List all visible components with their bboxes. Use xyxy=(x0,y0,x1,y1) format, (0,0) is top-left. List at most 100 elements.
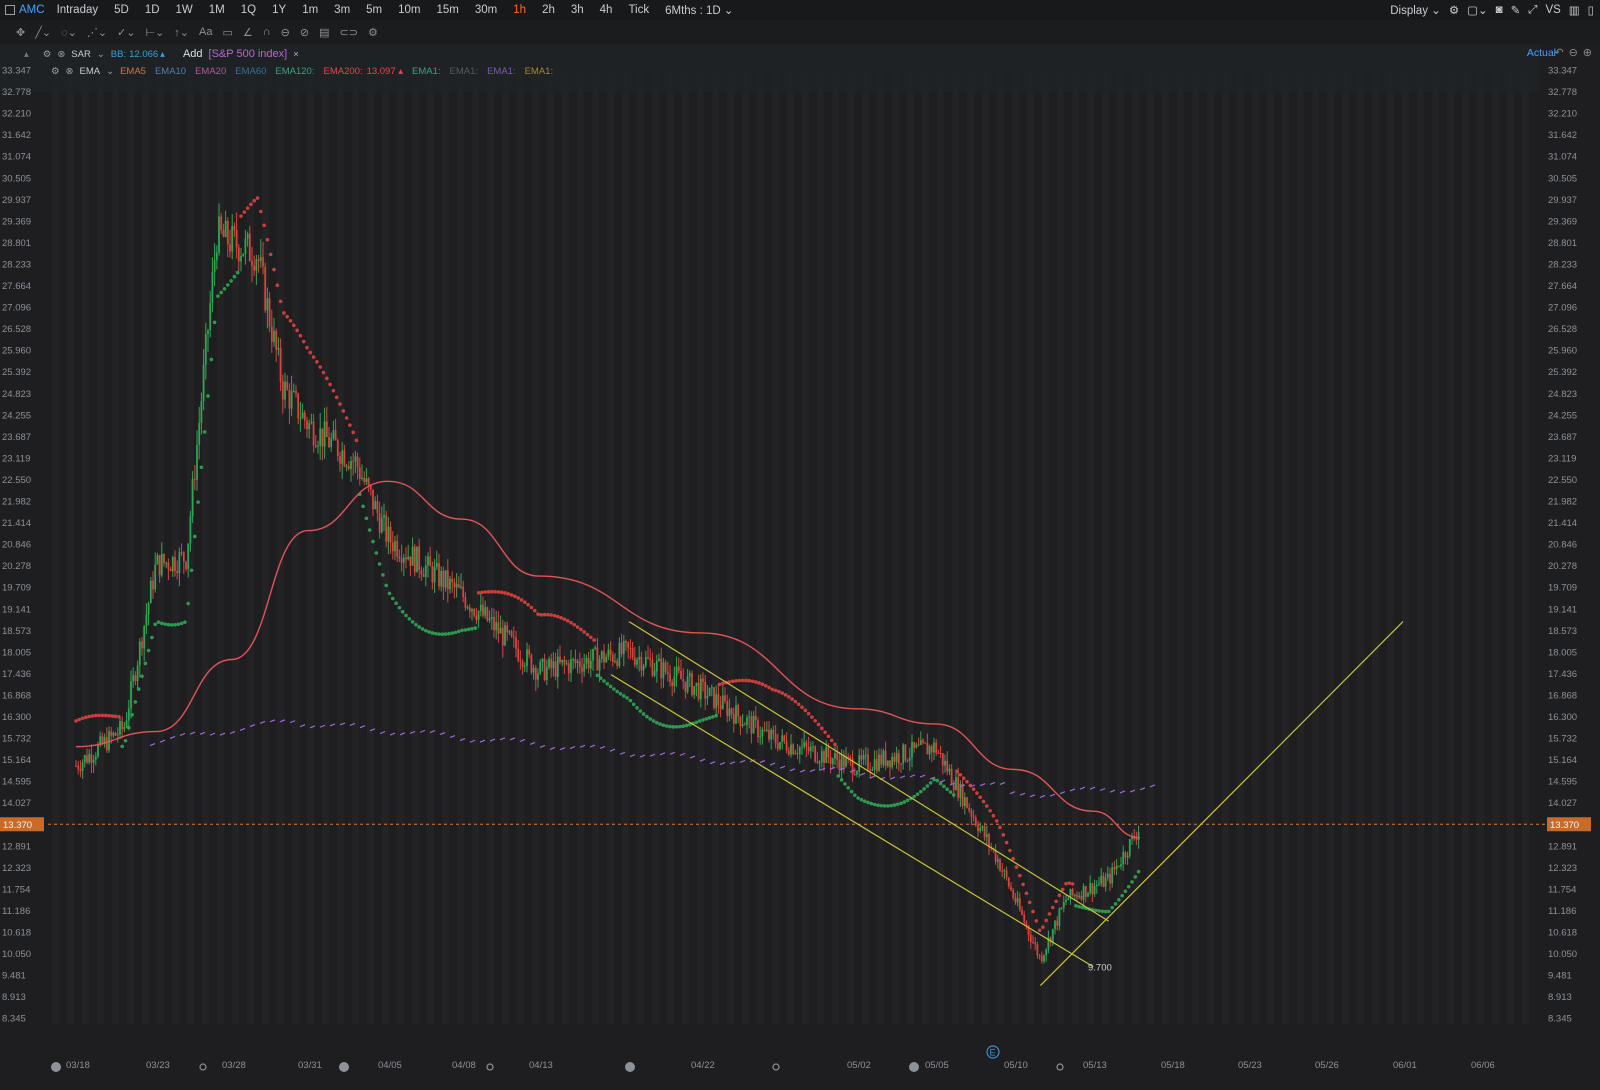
vs-button[interactable]: VS xyxy=(1545,4,1560,16)
ema-item-ema200[interactable]: EMA200: xyxy=(323,66,362,77)
range-select[interactable]: 6Mths : 1D ⌄ xyxy=(657,3,741,17)
chevron-down-icon[interactable]: ⌄ xyxy=(106,66,114,77)
period-3h[interactable]: 3h xyxy=(563,4,592,16)
price-tick-right: 19.141 xyxy=(1548,604,1577,615)
period-1y[interactable]: 1Y xyxy=(264,4,294,16)
actual-label[interactable]: Actual xyxy=(1527,47,1556,59)
arrow-tool-icon[interactable]: ↑⌄ xyxy=(174,26,189,39)
close-icon[interactable]: ⊗ xyxy=(66,66,74,77)
candle-body xyxy=(367,478,370,486)
chevron-down-icon[interactable]: ⌄ xyxy=(97,49,105,60)
add-compare-label[interactable]: Add xyxy=(183,48,203,60)
period-4h[interactable]: 4h xyxy=(592,4,621,16)
sar-dot xyxy=(136,687,141,691)
zoom-in-icon[interactable]: ⊕ xyxy=(1583,46,1592,59)
period-2h[interactable]: 2h xyxy=(534,4,563,16)
price-tick-left: 16.300 xyxy=(2,712,31,723)
chart-svg[interactable]: 33.347 33.347 32.778 32.778 32.210 32.210 31.6… xyxy=(0,44,1600,1085)
sar-dot xyxy=(750,679,755,684)
ema-item-ema1[interactable]: EMA1: xyxy=(450,66,479,77)
ema-item-ema1[interactable]: EMA1: xyxy=(487,66,516,77)
period-10m[interactable]: 10m xyxy=(390,4,428,16)
period-tick[interactable]: Tick xyxy=(620,4,657,16)
text-tool-icon[interactable]: Aa xyxy=(199,26,212,38)
sar-dot xyxy=(407,617,412,621)
ruler-icon[interactable]: ∠ xyxy=(243,26,253,39)
ema-item-ema120[interactable]: EMA120: xyxy=(275,66,314,77)
candle-body xyxy=(578,661,581,668)
sar-name[interactable]: SAR xyxy=(71,49,91,60)
settings-icon[interactable]: ⚙ xyxy=(51,66,60,77)
symbol-label[interactable]: AMC xyxy=(15,4,49,16)
close-icon[interactable]: ⊗ xyxy=(57,49,65,60)
display-button[interactable]: Display ⌄ xyxy=(1390,3,1441,17)
ema-item-ema10[interactable]: EMA10 xyxy=(155,66,186,77)
measure-tool-icon[interactable]: ⊢⌄ xyxy=(145,26,164,39)
fullscreen-icon[interactable]: ⤢ xyxy=(1528,4,1537,17)
period-1q[interactable]: 1Q xyxy=(233,4,264,16)
comment-icon[interactable]: ▭ xyxy=(222,26,232,39)
sar-dot xyxy=(671,725,676,729)
undo-icon[interactable]: ↶ xyxy=(1554,46,1563,59)
candle-body xyxy=(801,746,803,748)
line-tool-icon[interactable]: ╱⌄ xyxy=(35,26,51,39)
layout-icon[interactable]: ▢⌄ xyxy=(1467,3,1488,17)
period-5m[interactable]: 5m xyxy=(358,4,390,16)
hide-icon[interactable]: ⊘ xyxy=(300,26,309,39)
link-icon[interactable]: ⊂⊃ xyxy=(340,26,358,39)
book-icon[interactable]: ▥ xyxy=(1569,3,1580,17)
ema-name[interactable]: EMA xyxy=(80,66,101,77)
pencil-icon[interactable]: ✎ xyxy=(1511,3,1521,17)
candle-body xyxy=(1122,852,1125,865)
gear-icon[interactable]: ⚙ xyxy=(1449,3,1459,17)
ema-item-ema60[interactable]: EMA60 xyxy=(235,66,266,77)
period-5d[interactable]: 5D xyxy=(106,4,137,16)
window-icon[interactable] xyxy=(5,5,15,15)
period-1m[interactable]: 1M xyxy=(201,4,233,16)
period-1h[interactable]: 1h xyxy=(505,4,534,16)
candle-body xyxy=(405,557,407,560)
candle-body xyxy=(686,676,689,692)
period-15m[interactable]: 15m xyxy=(429,4,467,16)
candle-body xyxy=(924,742,927,744)
ema-item-ema5[interactable]: EMA5 xyxy=(120,66,146,77)
period-1m[interactable]: 1m xyxy=(294,4,326,16)
remove-compare-icon[interactable]: × xyxy=(293,49,299,60)
date-tick: 05/23 xyxy=(1238,1060,1262,1071)
candle-body xyxy=(587,657,590,669)
candle-body xyxy=(233,225,236,231)
camera-icon[interactable]: ◙ xyxy=(1496,4,1503,16)
candle-body xyxy=(858,755,861,772)
period-30m[interactable]: 30m xyxy=(467,4,505,16)
period-1w[interactable]: 1W xyxy=(168,4,201,16)
candle-body xyxy=(374,501,377,510)
period-intraday[interactable]: Intraday xyxy=(49,4,107,16)
zoom-out-icon[interactable]: ⊖ xyxy=(1569,46,1578,59)
collapse-icon[interactable]: ▴ xyxy=(24,49,29,60)
shape-tool-icon[interactable]: ◌⌄ xyxy=(61,26,77,39)
brush-tool-icon[interactable]: ✓⌄ xyxy=(117,26,135,39)
ema-item-ema1[interactable]: EMA1: xyxy=(525,66,554,77)
move-icon[interactable]: ✥ xyxy=(16,26,25,39)
settings-icon[interactable]: ⚙ xyxy=(368,26,378,39)
price-chart[interactable]: 33.347 33.347 32.778 32.778 32.210 32.210 31.6… xyxy=(0,44,1600,1085)
trash-icon[interactable]: ▤ xyxy=(319,26,329,39)
ema-item-ema1[interactable]: EMA1: xyxy=(412,66,441,77)
settings-icon[interactable]: ⚙ xyxy=(43,49,52,60)
sar-dot xyxy=(1004,840,1009,845)
candle-body xyxy=(715,694,718,708)
compare-index[interactable]: [S&P 500 index] xyxy=(209,48,288,60)
price-tick-right: 18.005 xyxy=(1548,647,1577,658)
period-1d[interactable]: 1D xyxy=(137,4,168,16)
compare-mark xyxy=(719,761,726,766)
ema-item-ema20[interactable]: EMA20 xyxy=(195,66,226,77)
eye-icon[interactable]: ⊖ xyxy=(281,26,290,39)
sar-dot xyxy=(476,591,481,595)
panel-icon[interactable]: ▯ xyxy=(1588,3,1594,17)
candle-body xyxy=(1115,865,1118,870)
magnet-icon[interactable]: ∩ xyxy=(263,26,271,38)
polyline-tool-icon[interactable]: ⋰⌄ xyxy=(87,26,107,39)
candle-body xyxy=(138,641,141,666)
date-tick: 05/02 xyxy=(847,1060,871,1071)
period-3m[interactable]: 3m xyxy=(326,4,358,16)
